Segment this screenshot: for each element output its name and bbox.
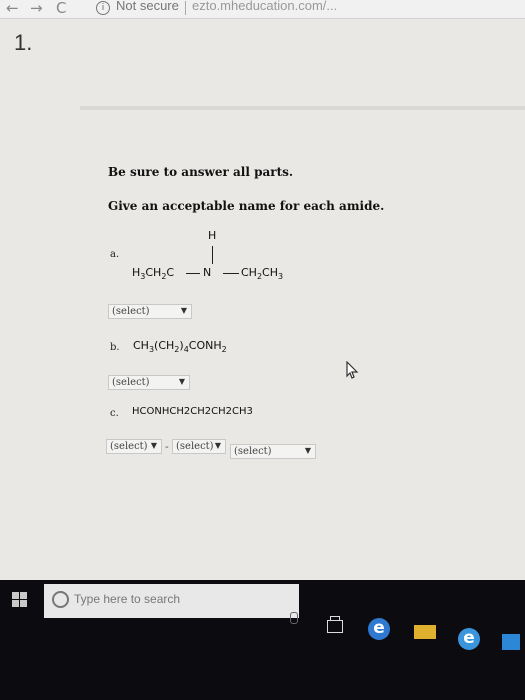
chevron-down-icon: ▼ [180, 306, 187, 315]
browser-toolbar: ← → C i Not secure ezto.mheducation.com/… [0, 0, 525, 19]
back-icon[interactable]: ← [6, 0, 19, 16]
security-label[interactable]: Not secure [116, 0, 179, 13]
part-c-select-1[interactable]: (select) ▼ [106, 439, 162, 454]
part-a-label: a. [110, 249, 120, 260]
file-explorer-icon[interactable] [414, 625, 436, 639]
part-c-select-3[interactable]: (select) ▼ [230, 444, 316, 459]
instruction-answer-all: Be sure to answer all parts. [108, 165, 294, 179]
mouse-cursor-icon [346, 361, 359, 379]
name-dash: - [165, 440, 169, 453]
part-c-select-2-value: (select) [176, 441, 214, 452]
info-icon[interactable]: i [96, 1, 110, 15]
part-a-select[interactable]: (select) ▼ [108, 304, 192, 319]
question-number: 1. [14, 30, 33, 55]
structure-left-group: H3CH2C [132, 266, 175, 282]
edge-browser-icon[interactable]: e [368, 618, 390, 640]
taskbar-search-input[interactable]: Type here to search [44, 584, 299, 618]
bond-left [186, 273, 200, 275]
store-icon[interactable] [502, 634, 520, 650]
part-b-label: b. [110, 342, 120, 353]
part-c-select-3-value: (select) [234, 446, 272, 457]
instruction-give-name: Give an acceptable name for each amide. [108, 199, 385, 213]
microphone-icon[interactable] [290, 612, 298, 624]
part-c-formula: HCONHCH2CH2CH2CH3 [132, 406, 253, 417]
structure-h-atom: H [208, 229, 217, 242]
internet-explorer-icon[interactable]: e [458, 628, 480, 650]
chevron-down-icon: ▼ [304, 446, 311, 455]
address-bar[interactable]: ezto.mheducation.com/... [192, 0, 337, 13]
task-view-icon[interactable] [327, 620, 343, 633]
url-divider [185, 1, 186, 15]
search-placeholder: Type here to search [74, 592, 181, 606]
cortana-icon [52, 591, 69, 608]
chevron-down-icon: ▼ [214, 441, 221, 450]
part-c-label: c. [110, 408, 119, 419]
chevron-down-icon: ▼ [178, 377, 185, 386]
bond-vertical [212, 246, 214, 264]
divider [80, 106, 525, 110]
windows-start-icon[interactable] [12, 592, 28, 608]
chevron-down-icon: ▼ [150, 441, 157, 450]
forward-icon[interactable]: → [30, 0, 43, 16]
bond-right [223, 273, 239, 275]
part-a-select-value: (select) [112, 306, 150, 317]
part-b-formula: CH3(CH2)4CONH2 [133, 339, 227, 355]
part-b-select[interactable]: (select) ▼ [108, 375, 190, 390]
part-c-select-2[interactable]: (select) ▼ [172, 439, 226, 454]
structure-n-atom: N [203, 266, 212, 279]
part-b-select-value: (select) [112, 377, 150, 388]
part-c-select-1-value: (select) [110, 441, 148, 452]
reload-icon[interactable]: C [56, 0, 66, 16]
structure-right-group: CH2CH3 [241, 266, 284, 282]
